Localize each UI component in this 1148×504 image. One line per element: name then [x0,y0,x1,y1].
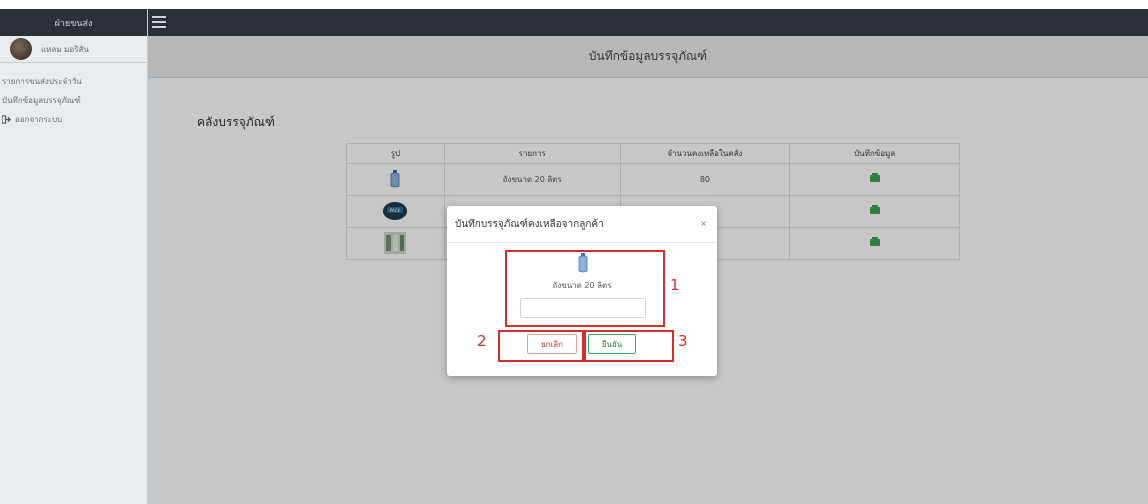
avatar [10,38,32,60]
close-icon[interactable]: × [700,219,707,228]
modal-title: บันทึกบรรจุภัณฑ์คงเหลือจากลูกค้า [455,218,604,230]
annotation-box-2 [498,330,584,362]
sidebar-item-label: บันทึกข้อมูลบรรจุภัณฑ์ [2,96,81,105]
top-strip [0,0,1148,9]
annotation-number-2: 2 [477,332,487,350]
sign-out-icon [2,115,11,124]
top-navbar [148,9,1148,36]
hamburger-menu-icon[interactable] [152,15,166,29]
annotation-number-1: 1 [670,276,680,294]
sidebar-item-packaging[interactable]: บันทึกข้อมูลบรรจุภัณฑ์ [0,91,147,110]
annotation-box-1 [505,250,665,327]
sidebar-menu: รายการขนส่งประจำวัน บันทึกข้อมูลบรรจุภัณ… [0,63,147,129]
annotation-box-3 [584,330,674,362]
sidebar-item-label: ออกจากระบบ [15,115,63,124]
modal-header: บันทึกบรรจุภัณฑ์คงเหลือจากลูกค้า × [447,206,717,243]
sidebar-item-logout[interactable]: ออกจากระบบ [0,110,147,129]
annotation-number-3: 3 [678,332,688,350]
brand: ฝ่ายขนส่ง [0,9,147,36]
sidebar-item-label: รายการขนส่งประจำวัน [2,77,82,86]
sidebar: ฝ่ายขนส่ง แหลม มอริสัน รายการขนส่งประจำว… [0,9,148,504]
user-panel: แหลม มอริสัน [0,36,147,63]
user-name: แหลม มอริสัน [41,44,89,54]
sidebar-item-daily-delivery[interactable]: รายการขนส่งประจำวัน [0,72,147,91]
